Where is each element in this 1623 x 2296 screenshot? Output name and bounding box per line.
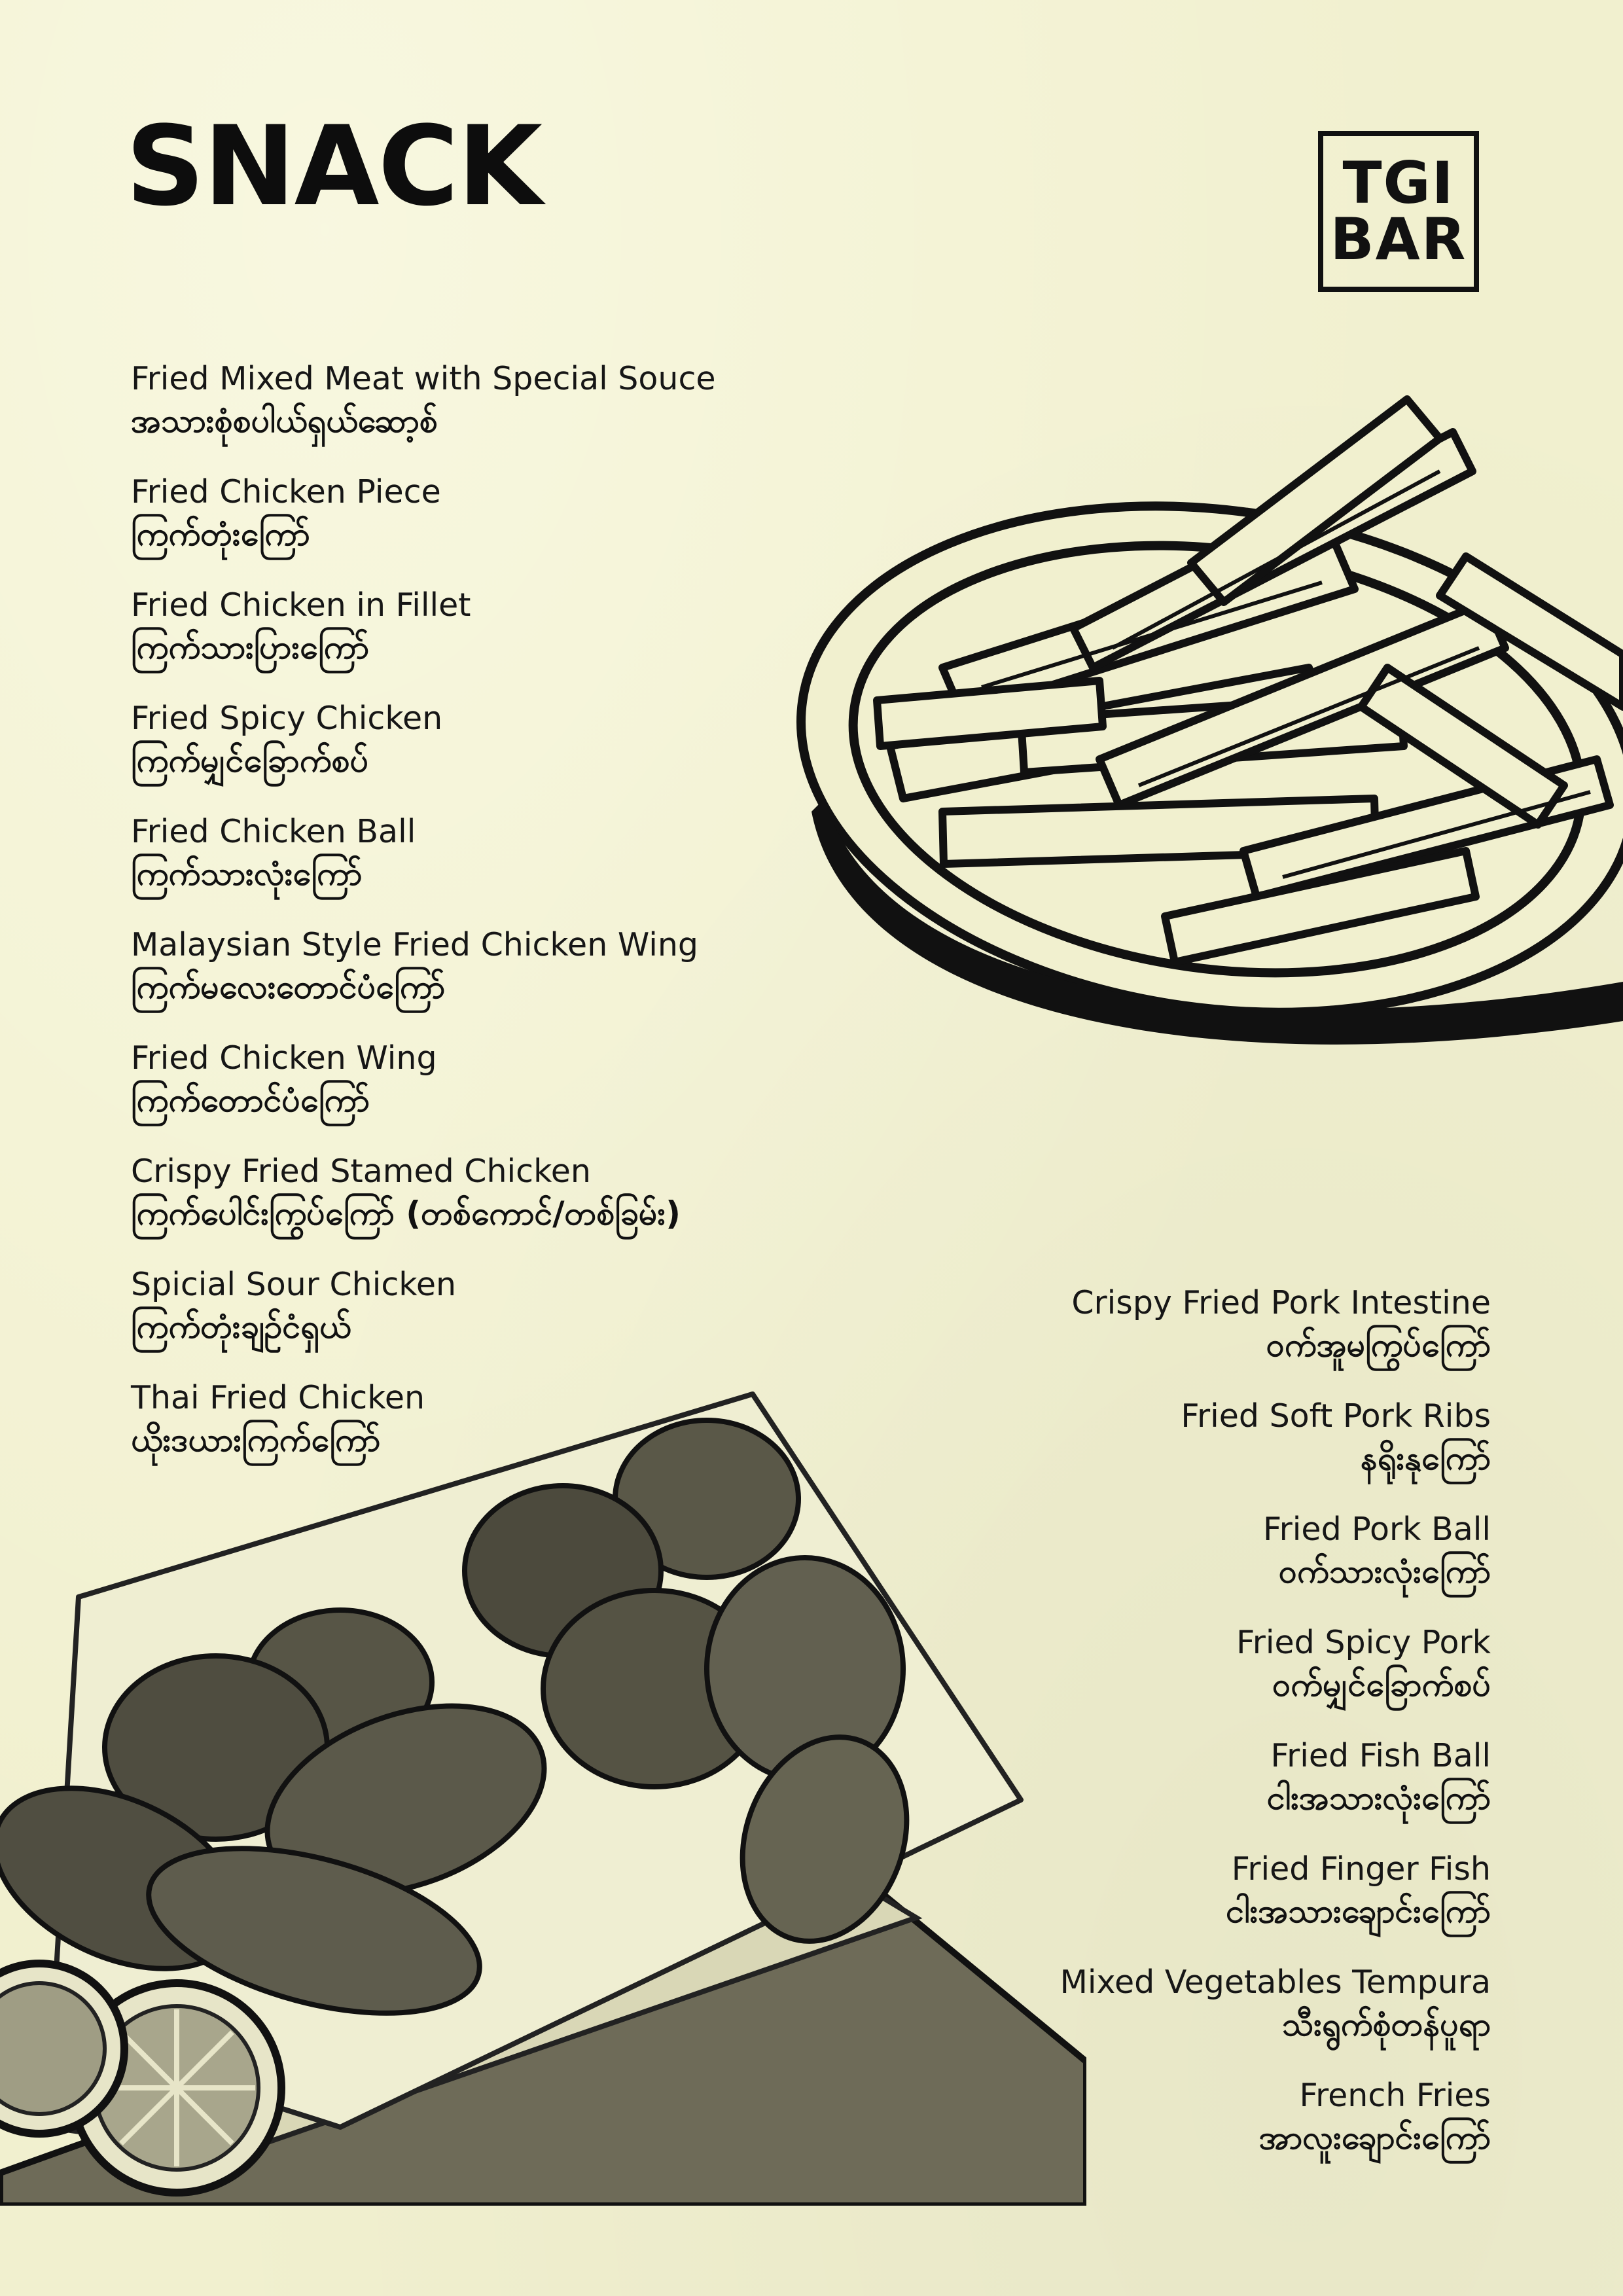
menu-page: SNACK TGI BAR Fried Mixed Meat with Spec…	[0, 0, 1623, 2296]
french-fries-illustration	[796, 395, 1623, 1045]
menu-item-english-name: Fried Finger Fish	[1231, 1850, 1491, 1888]
menu-item-myanmar-name: ကြက်တုံးချဥ်ငံရှယ်	[131, 1308, 351, 1346]
menu-item-english-name: Fried Spicy Chicken	[131, 700, 443, 737]
menu-item: Fried Chicken Wing ကြက်တောင်ပံကြော်	[131, 1038, 825, 1151]
menu-item-english-name: Fried Spicy Pork	[1236, 1624, 1491, 1661]
menu-item-english-name: Crispy Fried Pork Intestine	[1071, 1284, 1491, 1321]
menu-item: Spicial Sour Chicken ကြက်တုံးချဥ်ငံရှယ်	[131, 1265, 825, 1378]
menu-item: Fried Spicy Chicken ကြက်မျှင်ခြောက်စပ်	[131, 698, 825, 812]
menu-item-english-name: French Fries	[1299, 2077, 1491, 2114]
menu-right-column: Crispy Fried Pork Intestine ဝက်အူမကြွပ်ကြ…	[771, 1283, 1491, 2189]
menu-item-english-name: Spicial Sour Chicken	[131, 1266, 457, 1303]
menu-item-myanmar-name: အာလူးချောင်းကြော်	[1258, 2119, 1491, 2157]
menu-item-myanmar-name: ကြက်သားလုံးကြော်	[131, 855, 363, 893]
menu-item: Crispy Fried Pork Intestine ဝက်အူမကြွပ်ကြ…	[771, 1283, 1491, 1396]
menu-item-myanmar-name: ဝက်မျှင်ခြောက်စပ်	[1272, 1666, 1491, 1704]
logo-line-1: TGI	[1342, 149, 1455, 217]
menu-item: Fried Chicken in Fillet ကြက်သားပြားကြော်	[131, 585, 825, 698]
menu-item-myanmar-name: ကြက်မလေးတောင်ပံကြော်	[131, 968, 446, 1006]
menu-item: Mixed Vegetables Tempura သီးရွက်စုံတန်ပူရ…	[771, 1962, 1491, 2075]
menu-item: French Fries အာလူးချောင်းကြော်	[771, 2075, 1491, 2189]
menu-item-myanmar-name: ဝက်သားလုံးကြော်	[1278, 1552, 1491, 1590]
menu-item-english-name: Fried Fish Ball	[1270, 1737, 1491, 1774]
menu-item-myanmar-name: ယိုးဒယားကြက်ကြော်	[131, 1421, 381, 1459]
tgi-bar-logo: TGI BAR	[1318, 131, 1479, 292]
menu-item-myanmar-name: နရိုးနုကြော်	[1360, 1439, 1491, 1477]
menu-item-myanmar-name: ကြက်သားပြားကြော်	[131, 628, 370, 666]
menu-item: Fried Chicken Ball ကြက်သားလုံးကြော်	[131, 812, 825, 925]
menu-item: Fried Spicy Pork ဝက်မျှင်ခြောက်စပ်	[771, 1623, 1491, 1736]
menu-item-myanmar-name: ကြက်ပေါင်းကြွပ်ကြော် (တစ်ကောင်/တစ်ခြမ်း)	[131, 1194, 681, 1232]
menu-item: Fried Mixed Meat with Special Souce အသားစ…	[131, 359, 825, 472]
menu-item-myanmar-name: ကြက်မျှင်ခြောက်စပ်	[131, 742, 369, 780]
menu-item-myanmar-name: ကြက်တောင်ပံကြော်	[131, 1081, 370, 1119]
page-title: SNACK	[126, 102, 543, 230]
menu-item-myanmar-name: ငါးအသားချောင်းကြော်	[1226, 1892, 1491, 1930]
logo-line-2: BAR	[1330, 206, 1467, 273]
menu-item-english-name: Fried Chicken Ball	[131, 813, 416, 850]
menu-item: Fried Chicken Piece ကြက်တုံးကြော်	[131, 472, 825, 585]
menu-item-myanmar-name: အသားစုံစပါယ်ရှယ်ဆော့စ်	[131, 402, 438, 440]
menu-item-english-name: Fried Chicken Wing	[131, 1039, 437, 1077]
menu-item-english-name: Mixed Vegetables Tempura	[1060, 1964, 1491, 2001]
menu-item-myanmar-name: ဝက်အူမကြွပ်ကြော်	[1266, 1326, 1491, 1364]
menu-item: Crispy Fried Stamed Chicken ကြက်ပေါင်းကြွ…	[131, 1151, 825, 1265]
menu-item-myanmar-name: ကြက်တုံးကြော်	[131, 515, 310, 553]
menu-item-english-name: Fried Chicken Piece	[131, 473, 441, 511]
menu-item-english-name: Malaysian Style Fried Chicken Wing	[131, 926, 698, 963]
menu-item-english-name: Thai Fried Chicken	[131, 1379, 425, 1416]
menu-item: Fried Pork Ball ဝက်သားလုံးကြော်	[771, 1509, 1491, 1623]
menu-item-english-name: Crispy Fried Stamed Chicken	[131, 1153, 591, 1190]
menu-item-english-name: Fried Pork Ball	[1263, 1511, 1491, 1548]
menu-item: Thai Fried Chicken ယိုးဒယားကြက်ကြော်	[131, 1378, 825, 1491]
menu-item-english-name: Fried Soft Pork Ribs	[1181, 1397, 1491, 1435]
menu-item-english-name: Fried Mixed Meat with Special Souce	[131, 360, 716, 397]
menu-item-myanmar-name: ငါးအသားလုံးကြော်	[1266, 1779, 1491, 1817]
menu-item: Fried Fish Ball ငါးအသားလုံးကြော်	[771, 1736, 1491, 1849]
menu-item-english-name: Fried Chicken in Fillet	[131, 586, 471, 624]
menu-item: Fried Soft Pork Ribs နရိုးနုကြော်	[771, 1396, 1491, 1509]
menu-item: Fried Finger Fish ငါးအသားချောင်းကြော်	[771, 1849, 1491, 1962]
menu-item-myanmar-name: သီးရွက်စုံတန်ပူရာ	[1281, 2005, 1491, 2043]
menu-left-column: Fried Mixed Meat with Special Souce အသားစ…	[131, 359, 825, 1491]
menu-item: Malaysian Style Fried Chicken Wing ကြက်မလ…	[131, 925, 825, 1038]
